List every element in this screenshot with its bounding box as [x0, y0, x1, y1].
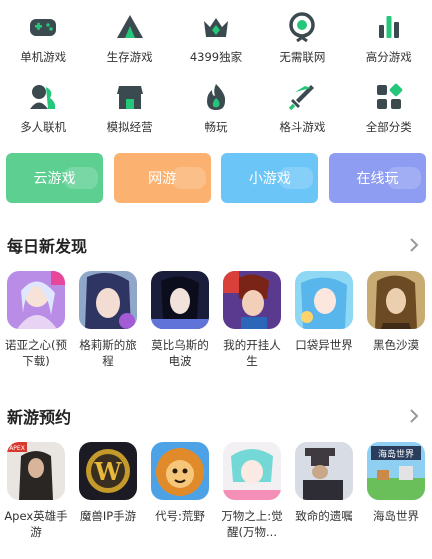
category-label: 生存游戏 — [106, 50, 153, 64]
game-name: 魔兽IP手游 — [79, 509, 137, 523]
no-wifi-icon — [287, 12, 317, 42]
category-row: 单机游戏 生存游戏 4399独家 无需联网 高分游戏 — [0, 10, 432, 80]
game-name: 格莉斯的旅程 — [79, 338, 137, 368]
game-thumbnail — [367, 271, 425, 329]
game-name: 口袋异世界 — [295, 338, 353, 352]
apex-logo-text: APEX — [9, 445, 25, 452]
game-thumbnail: W — [79, 442, 137, 500]
cloud-game-tile[interactable]: 云游戏 — [6, 153, 103, 203]
daily-discovery-title: 每日新发现 — [7, 237, 88, 256]
game-thumbnail — [223, 442, 281, 500]
game-name: 我的开挂人生 — [223, 338, 281, 368]
daily-more-chevron-icon[interactable] — [409, 237, 419, 252]
category-row: 多人联机 模拟经营 畅玩 格斗游戏 全部分类 — [0, 80, 432, 150]
wow-logo-text: W — [94, 457, 123, 486]
game-thumbnail — [151, 442, 209, 500]
game-name: 海岛世界 — [373, 509, 419, 523]
game-card[interactable]: APEX Apex英雄手游 — [4, 442, 68, 540]
mini-game-tile[interactable]: 小游戏 — [221, 153, 319, 203]
category-label: 无需联网 — [279, 50, 326, 64]
game-name: 黑色沙漠 — [373, 338, 419, 352]
game-name: 致命的遗嘱 — [295, 509, 353, 523]
game-name: 诺亚之心(预下载) — [5, 338, 67, 368]
preorder-game-list: APEX Apex英雄手游 W 魔兽IP手游 代号:荒野 万物之上:觉醒(万物.… — [4, 442, 426, 540]
category-single-player[interactable]: 单机游戏 — [0, 10, 86, 80]
flame-icon — [201, 82, 231, 112]
category-label: 多人联机 — [20, 120, 67, 134]
category-high-score[interactable]: 高分游戏 — [346, 10, 432, 80]
category-label: 4399独家 — [189, 50, 243, 64]
gamepad-watermark-icon — [171, 167, 206, 189]
category-label: 畅玩 — [204, 120, 228, 134]
play-online-tile[interactable]: 在线玩 — [328, 153, 426, 203]
category-label: 格斗游戏 — [279, 120, 326, 134]
category-label: 单机游戏 — [20, 50, 67, 64]
category-label: 高分游戏 — [365, 50, 412, 64]
game-name: Apex英雄手游 — [4, 509, 68, 539]
game-thumbnail: APEX — [7, 442, 65, 500]
preorder-title: 新游预约 — [7, 408, 72, 427]
online-game-tile[interactable]: 网游 — [113, 153, 211, 203]
game-card[interactable]: 万物之上:觉醒(万物... — [221, 442, 283, 540]
island-logo-text: 海岛世界 — [378, 448, 414, 460]
game-thumbnail — [79, 271, 137, 329]
category-4399-exclusive[interactable]: 4399独家 — [173, 10, 259, 80]
game-card[interactable]: 代号:荒野 — [150, 442, 210, 540]
category-offline[interactable]: 无需联网 — [259, 10, 345, 80]
game-thumbnail — [295, 271, 353, 329]
sword-icon — [287, 82, 317, 112]
game-thumbnail — [7, 271, 65, 329]
gamepad-watermark-icon — [386, 167, 421, 189]
grid-icon — [374, 82, 404, 112]
shop-icon — [115, 82, 145, 112]
category-fighting[interactable]: 格斗游戏 — [259, 80, 345, 150]
gamepad-watermark-icon — [64, 167, 98, 189]
category-grid: 单机游戏 生存游戏 4399独家 无需联网 高分游戏 多人联机 模拟经营 畅玩 … — [0, 10, 432, 150]
game-thumbnail — [151, 271, 209, 329]
gamepad-watermark-icon — [279, 167, 314, 189]
game-card[interactable]: 口袋异世界 — [294, 271, 354, 369]
crown-icon — [201, 12, 231, 42]
category-simulation[interactable]: 模拟经营 — [86, 80, 172, 150]
gamepad-icon — [28, 12, 58, 42]
game-name: 代号:荒野 — [155, 509, 205, 523]
game-card[interactable]: 海岛世界 海岛世界 — [366, 442, 426, 540]
game-thumbnail: 海岛世界 — [367, 442, 425, 500]
game-card[interactable]: 莫比乌斯的电波 — [150, 271, 210, 369]
category-label: 全部分类 — [365, 120, 412, 134]
bar-chart-icon — [374, 12, 404, 42]
game-card[interactable]: 格莉斯的旅程 — [78, 271, 138, 369]
game-card[interactable]: 诺亚之心(预下载) — [5, 271, 67, 369]
multiplayer-icon — [28, 82, 58, 112]
daily-game-list: 诺亚之心(预下载) 格莉斯的旅程 莫比乌斯的电波 我的开挂人生 口袋异世界 黑色… — [5, 271, 426, 369]
category-all[interactable]: 全部分类 — [346, 80, 432, 150]
preorder-more-chevron-icon[interactable] — [409, 408, 419, 423]
game-card[interactable]: 我的开挂人生 — [222, 271, 282, 369]
game-thumbnail — [295, 442, 353, 500]
game-card[interactable]: W 魔兽IP手游 — [78, 442, 138, 540]
category-play-freely[interactable]: 畅玩 — [173, 80, 259, 150]
game-card[interactable]: 黑色沙漠 — [366, 271, 426, 369]
category-multiplayer[interactable]: 多人联机 — [0, 80, 86, 150]
game-name: 万物之上:觉醒(万物... — [221, 509, 283, 539]
quick-entry-tiles: 云游戏 网游 小游戏 在线玩 — [6, 153, 426, 203]
category-survival[interactable]: 生存游戏 — [86, 10, 172, 80]
category-label: 模拟经营 — [106, 120, 153, 134]
game-thumbnail — [223, 271, 281, 329]
tent-icon — [115, 12, 145, 42]
game-name: 莫比乌斯的电波 — [151, 338, 209, 368]
game-card[interactable]: 致命的遗嘱 — [294, 442, 354, 540]
